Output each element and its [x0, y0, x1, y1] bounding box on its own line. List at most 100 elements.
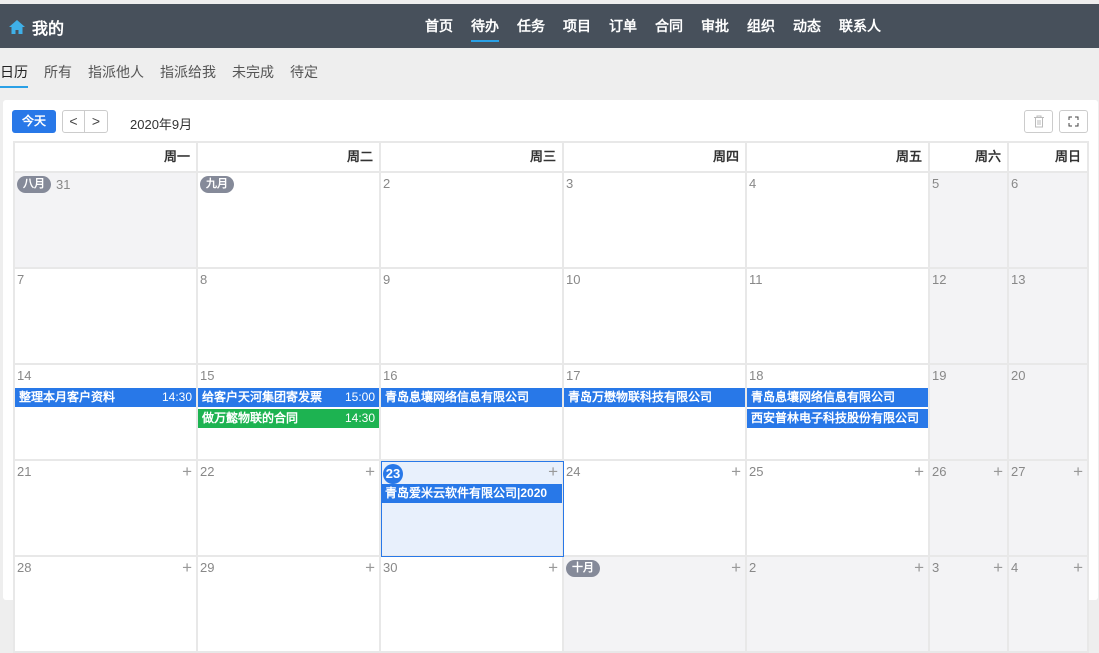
event-item[interactable]: 西安普林电子科技股份有限公司 [747, 409, 928, 428]
day-cell[interactable]: 27 + [1009, 461, 1089, 557]
main-nav: 首页 待办 任务 项目 订单 合同 审批 组织 动态 联系人 [416, 4, 890, 48]
day-label: 21 [17, 464, 32, 479]
nav-item[interactable]: 合同 [655, 4, 683, 48]
nav-item[interactable]: 项目 [563, 4, 591, 48]
day-cell[interactable]: 17 青岛万懋物联科技有限公司 [564, 365, 747, 461]
day-cell[interactable]: 6 [1009, 173, 1089, 269]
add-event-icon[interactable]: + [548, 558, 558, 578]
day-label: 22 [200, 464, 215, 479]
subtab[interactable]: 待定 [290, 62, 318, 86]
day-cell[interactable]: 十月 + [564, 557, 747, 653]
calendar-grid: 周一 周二 周三 周四 周五 周六 周日 八月 31 九月 2 3 4 5 6 7 8 9 10 11 12 13 14 整理… [13, 141, 1089, 653]
day-cell[interactable]: 21 + [15, 461, 198, 557]
fullscreen-button[interactable] [1059, 110, 1088, 133]
add-event-icon[interactable]: + [914, 558, 924, 578]
event-title: 青岛爱米云软件有限公司|2020 [385, 486, 548, 500]
day-cell[interactable]: 20 [1009, 365, 1089, 461]
day-cell[interactable]: 29 + [198, 557, 381, 653]
day-cell[interactable]: 16 青岛息壤网络信息有限公司 [381, 365, 564, 461]
nav-item[interactable]: 待办 [471, 4, 499, 48]
day-cell[interactable]: 25 + [747, 461, 930, 557]
add-event-icon[interactable]: + [993, 462, 1003, 482]
day-label: 7 [17, 272, 25, 287]
nav-item[interactable]: 任务 [517, 4, 545, 48]
day-cell[interactable]: 7 [15, 269, 198, 365]
day-cell[interactable]: 2 [381, 173, 564, 269]
add-event-icon[interactable]: + [365, 462, 375, 482]
event-item[interactable]: 青岛息壤网络信息有限公司 [747, 388, 928, 407]
day-cell[interactable]: 9 [381, 269, 564, 365]
day-cell[interactable]: 14 整理本月客户资料 14:30 [15, 365, 198, 461]
brand[interactable]: 我的 [8, 15, 64, 39]
day-cell[interactable]: 24 + [564, 461, 747, 557]
day-label: 13 [1011, 272, 1026, 287]
day-cell[interactable]: 九月 [198, 173, 381, 269]
day-cell[interactable]: 22 + [198, 461, 381, 557]
day-cell[interactable]: 19 [930, 365, 1009, 461]
day-cell[interactable]: 13 [1009, 269, 1089, 365]
add-event-icon[interactable]: + [548, 462, 558, 482]
nav-item[interactable]: 动态 [793, 4, 821, 48]
day-cell[interactable]: 11 [747, 269, 930, 365]
day-cell[interactable]: 8 [198, 269, 381, 365]
event-item[interactable]: 青岛爱米云软件有限公司|2020 [381, 484, 562, 503]
event-item[interactable]: 做万懿物联的合同 14:30 [198, 409, 379, 428]
event-list: 青岛爱米云软件有限公司|2020 [381, 484, 562, 505]
nav-item[interactable]: 审批 [701, 4, 729, 48]
day-number: 八月 31 [17, 176, 70, 193]
add-event-icon[interactable]: + [182, 462, 192, 482]
day-cell[interactable]: 23 + 青岛爱米云软件有限公司|2020 [381, 461, 564, 557]
day-label: 28 [17, 560, 32, 575]
nav-item[interactable]: 订单 [609, 4, 637, 48]
subtab[interactable]: 指派他人 [88, 62, 144, 86]
day-cell[interactable]: 3 [564, 173, 747, 269]
event-item[interactable]: 给客户天河集团寄发票 15:00 [198, 388, 379, 407]
day-cell[interactable]: 30 + [381, 557, 564, 653]
today-button[interactable]: 今天 [12, 110, 56, 133]
nav-item[interactable]: 首页 [425, 4, 453, 48]
day-number: 20 [1011, 368, 1025, 383]
day-number: 27 [1011, 464, 1025, 479]
event-item[interactable]: 青岛息壤网络信息有限公司 [381, 388, 562, 407]
add-event-icon[interactable]: + [1073, 462, 1083, 482]
weekday-header: 周三 [381, 143, 564, 173]
add-event-icon[interactable]: + [731, 462, 741, 482]
day-cell[interactable]: 28 + [15, 557, 198, 653]
day-cell[interactable]: 12 [930, 269, 1009, 365]
day-label: 4 [749, 176, 757, 191]
subtab[interactable]: 日历 [0, 62, 28, 88]
add-event-icon[interactable]: + [731, 558, 741, 578]
day-cell[interactable]: 10 [564, 269, 747, 365]
event-item[interactable]: 整理本月客户资料 14:30 [15, 388, 196, 407]
weekday-header: 周一 [15, 143, 198, 173]
event-item[interactable]: 青岛万懋物联科技有限公司 [564, 388, 745, 407]
add-event-icon[interactable]: + [993, 558, 1003, 578]
day-cell[interactable]: 4 + [1009, 557, 1089, 653]
delete-button[interactable] [1024, 110, 1053, 133]
event-list: 青岛息壤网络信息有限公司 西安普林电子科技股份有限公司 [747, 388, 928, 430]
day-cell[interactable]: 4 [747, 173, 930, 269]
subtab[interactable]: 指派给我 [160, 62, 216, 86]
day-cell[interactable]: 3 + [930, 557, 1009, 653]
subtab[interactable]: 未完成 [232, 62, 274, 86]
subtab[interactable]: 所有 [44, 62, 72, 86]
nav-item[interactable]: 联系人 [839, 4, 881, 48]
day-cell[interactable]: 2 + [747, 557, 930, 653]
day-number: 2 [749, 560, 756, 575]
prev-month-button[interactable]: < [63, 111, 85, 132]
add-event-icon[interactable]: + [182, 558, 192, 578]
nav-item[interactable]: 组织 [747, 4, 775, 48]
next-month-button[interactable]: > [85, 111, 107, 132]
day-label: 26 [932, 464, 947, 479]
add-event-icon[interactable]: + [365, 558, 375, 578]
day-cell[interactable]: 18 青岛息壤网络信息有限公司 西安普林电子科技股份有限公司 [747, 365, 930, 461]
add-event-icon[interactable]: + [1073, 558, 1083, 578]
day-cell[interactable]: 八月 31 [15, 173, 198, 269]
day-number: 6 [1011, 176, 1018, 191]
day-cell[interactable]: 15 给客户天河集团寄发票 15:00 做万懿物联的合同 14:30 [198, 365, 381, 461]
trash-icon [1033, 115, 1044, 128]
day-label: 3 [566, 176, 574, 191]
day-cell[interactable]: 5 [930, 173, 1009, 269]
add-event-icon[interactable]: + [914, 462, 924, 482]
day-cell[interactable]: 26 + [930, 461, 1009, 557]
